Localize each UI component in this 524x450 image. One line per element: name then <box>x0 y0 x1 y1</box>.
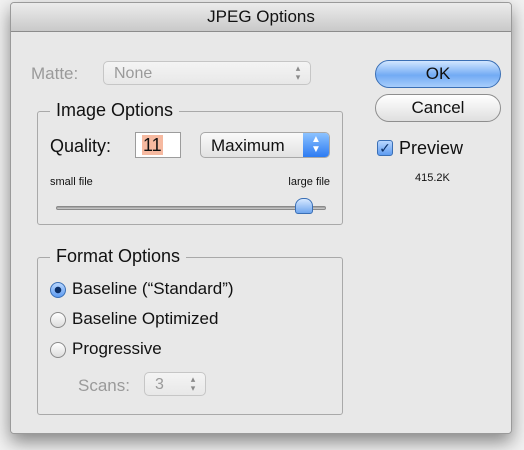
matte-label: Matte: <box>31 64 79 83</box>
preview-label: Preview <box>399 138 464 158</box>
quality-slider-knob[interactable] <box>294 198 313 214</box>
radio-progressive[interactable] <box>50 342 66 358</box>
format-options-title: Format Options <box>50 246 187 267</box>
quality-preset-select[interactable]: Maximum ▲ ▼ <box>200 132 330 158</box>
dialog-body: Matte: None ▴ ▾ Image Options Quality: 11… <box>11 32 511 433</box>
dialog-title: JPEG Options <box>11 3 511 32</box>
slider-max-label: large file <box>288 176 330 188</box>
scans-label: Scans: <box>78 376 130 395</box>
radio-label-baseline-optimized: Baseline Optimized <box>72 309 219 328</box>
quality-value: 11 <box>142 135 163 155</box>
scans-value: 3 <box>155 376 164 393</box>
updown-arrows-icon: ▴ ▾ <box>190 374 196 393</box>
radio-baseline-standard[interactable] <box>50 282 66 298</box>
quality-slider-track[interactable] <box>56 206 326 210</box>
matte-select[interactable]: None ▴ ▾ <box>103 61 311 85</box>
format-options-group: Format Options Baseline (“Standard”) Bas… <box>37 246 343 415</box>
preview-checkbox[interactable]: ✓ <box>377 140 393 156</box>
radio-label-progressive: Progressive <box>72 339 162 358</box>
slider-min-label: small file <box>50 176 93 188</box>
updown-arrows-icon: ▲ ▼ <box>303 133 329 157</box>
cancel-button[interactable]: Cancel <box>375 94 501 122</box>
quality-input[interactable]: 11 <box>135 132 181 158</box>
checkmark-icon: ✓ <box>379 140 391 156</box>
ok-button[interactable]: OK <box>375 60 501 88</box>
matte-value: None <box>114 65 153 82</box>
quality-label: Quality: <box>50 136 112 156</box>
jpeg-options-dialog: JPEG Options Matte: None ▴ ▾ Image Option… <box>10 2 512 434</box>
image-options-title: Image Options <box>50 100 180 121</box>
scans-select[interactable]: 3 ▴ ▾ <box>144 372 206 396</box>
quality-preset-value: Maximum <box>211 136 285 155</box>
radio-label-baseline-standard: Baseline (“Standard”) <box>72 279 234 298</box>
image-options-group: Image Options Quality: 11 Maximum ▲ ▼ sma… <box>37 100 343 225</box>
preview-file-size: 415.2K <box>415 172 450 184</box>
radio-baseline-optimized[interactable] <box>50 312 66 328</box>
updown-arrows-icon: ▴ ▾ <box>295 63 301 82</box>
